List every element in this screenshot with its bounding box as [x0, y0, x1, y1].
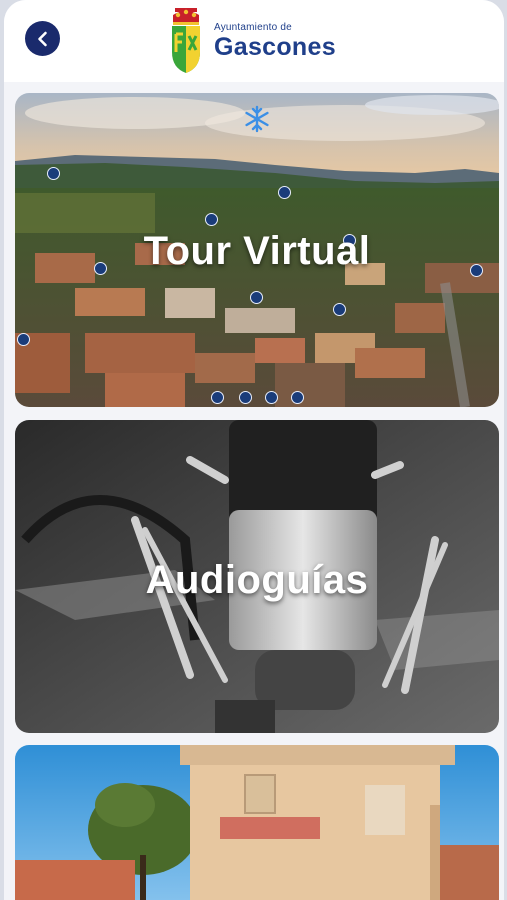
back-button[interactable]: [25, 21, 60, 56]
map-hotspot-icon[interactable]: [47, 167, 60, 180]
map-hotspot-icon[interactable]: [291, 391, 304, 404]
chevron-left-icon: [37, 31, 47, 46]
logo-title: Gascones: [214, 33, 336, 61]
map-hotspot-icon[interactable]: [278, 186, 291, 199]
audioguias-title: Audioguías: [145, 558, 369, 602]
que-ver-card[interactable]: [15, 745, 499, 900]
tour-virtual-title: Tour Virtual: [143, 229, 371, 273]
snowflake-icon: [245, 105, 269, 133]
map-hotspot-icon[interactable]: [239, 391, 252, 404]
tour-virtual-card[interactable]: Tour Virtual: [15, 93, 499, 407]
town-logo[interactable]: Ayuntamiento de Gascones: [168, 6, 336, 76]
map-hotspot-icon[interactable]: [250, 291, 263, 304]
map-hotspot-icon[interactable]: [205, 213, 218, 226]
town-hall-image: [15, 745, 499, 900]
coat-of-arms-icon: [172, 8, 200, 73]
map-hotspot-icon[interactable]: [17, 333, 30, 346]
app-screen: Ayuntamiento de Gascones Tour Virtual Au…: [4, 0, 504, 900]
map-hotspot-icon[interactable]: [265, 391, 278, 404]
app-header: Ayuntamiento de Gascones: [4, 0, 504, 82]
map-hotspot-icon[interactable]: [333, 303, 346, 316]
map-hotspot-icon[interactable]: [211, 391, 224, 404]
audioguias-card[interactable]: Audioguías: [15, 420, 499, 733]
